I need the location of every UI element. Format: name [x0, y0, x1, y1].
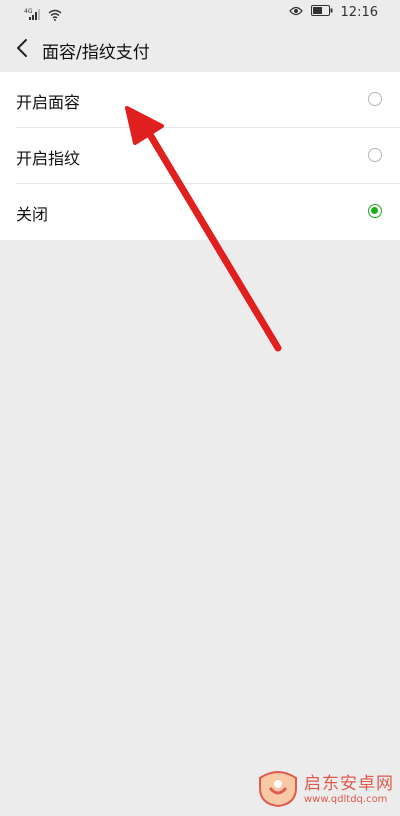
radio-unchecked-icon[interactable] [368, 148, 382, 162]
back-button[interactable] [10, 36, 34, 64]
signal-label: 4G [24, 8, 33, 15]
radio-unchecked-icon[interactable] [368, 92, 382, 106]
chevron-left-icon [16, 38, 28, 62]
payment-options-list: 开启面容 开启指纹 关闭 [0, 72, 400, 240]
option-label: 开启面容 [16, 93, 81, 112]
eye-icon [288, 5, 303, 20]
option-enable-face[interactable]: 开启面容 [0, 72, 400, 128]
option-label: 关闭 [16, 205, 49, 224]
watermark-url: www.qdltdq.com [304, 793, 388, 805]
wifi-icon [48, 6, 62, 25]
option-label: 开启指纹 [16, 149, 81, 168]
status-bar: 4G 12:16 [0, 0, 400, 28]
nav-bar: 面容/指纹支付 [0, 28, 400, 72]
signal-icon: 4G [24, 6, 42, 25]
page-title: 面容/指纹支付 [42, 43, 150, 63]
option-close[interactable]: 关闭 [0, 184, 400, 240]
status-time: 12:16 [340, 5, 378, 20]
radio-checked-icon[interactable] [368, 204, 382, 218]
logo-icon [256, 768, 300, 812]
watermark-title: 启东安卓网 [304, 774, 394, 795]
option-enable-fingerprint[interactable]: 开启指纹 [0, 128, 400, 184]
status-right: 12:16 [288, 5, 378, 20]
battery-icon [310, 5, 333, 20]
status-left: 4G [24, 6, 62, 25]
watermark-logo: 启东安卓网 www.qdltdq.com [256, 768, 394, 812]
